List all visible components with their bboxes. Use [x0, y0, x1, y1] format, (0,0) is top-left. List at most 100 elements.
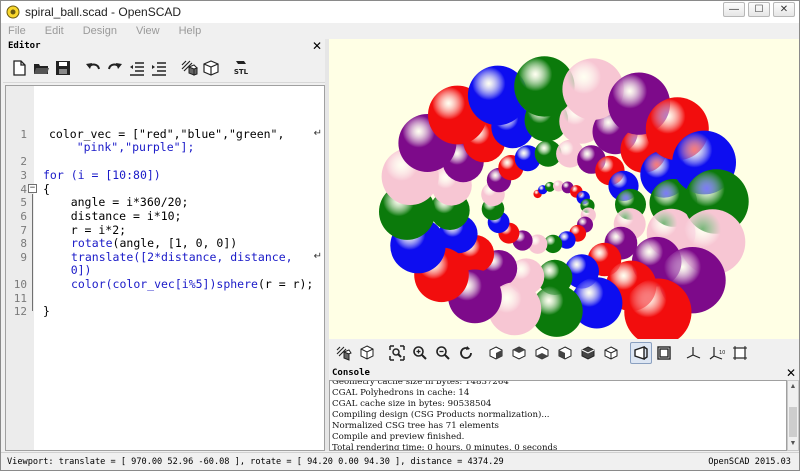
editor-toolbar: STL — [3, 53, 325, 83]
code-line-9-wrap: 0]) — [43, 264, 92, 277]
openscad-app-icon — [6, 5, 20, 19]
line-number: 1 — [20, 128, 27, 141]
fold-range-line — [32, 194, 33, 311]
code-text: "pink","purple"]; — [49, 140, 195, 154]
view-front-icon[interactable] — [577, 342, 599, 364]
code-line-1-wrap: "pink","purple"]; — [49, 140, 195, 154]
line-number: 8 — [20, 237, 27, 250]
console-scrollbar[interactable]: ▲ ▼ — [787, 380, 799, 451]
code-text: (r = r); — [257, 277, 314, 291]
code-text: ([2*distance, distance, — [133, 250, 293, 264]
line-number: 6 — [20, 210, 27, 223]
maximize-button[interactable]: ☐ — [748, 2, 770, 17]
line-number: 12 — [13, 305, 27, 318]
menu-design[interactable]: Design — [80, 25, 120, 37]
scroll-down-icon[interactable]: ▼ — [788, 438, 798, 450]
code-line-3: for (i = [10:80]) — [43, 169, 161, 182]
view-right-icon[interactable] — [485, 342, 507, 364]
open-file-icon[interactable] — [31, 57, 51, 79]
zoom-in-icon[interactable] — [409, 342, 431, 364]
view-all-icon[interactable] — [386, 342, 408, 364]
show-axes-icon[interactable] — [683, 342, 705, 364]
console-close-icon[interactable]: ✕ — [786, 366, 796, 380]
view-bottom-icon[interactable] — [531, 342, 553, 364]
view-back-icon[interactable] — [600, 342, 622, 364]
console-line: CGAL Polyhedrons in cache: 14 — [332, 388, 470, 398]
preview-icon[interactable] — [333, 342, 355, 364]
wrap-indicator-icon: ↵ — [313, 128, 322, 139]
save-file-icon[interactable] — [53, 57, 73, 79]
code-text: angle = i*360/20; — [43, 195, 189, 209]
close-button[interactable]: ✕ — [773, 2, 795, 17]
function-name: rotate — [71, 236, 113, 250]
indent-icon[interactable] — [149, 57, 169, 79]
line-number: 4 — [20, 183, 27, 196]
code-text: r = i*2; — [43, 223, 127, 237]
perspective-icon[interactable] — [630, 341, 652, 364]
console-line: Compile and preview finished. — [332, 432, 465, 442]
code-text: distance = i*10; — [43, 209, 182, 223]
menu-file[interactable]: File — [5, 25, 29, 37]
menu-edit[interactable]: Edit — [42, 25, 67, 37]
new-file-icon[interactable] — [9, 57, 29, 79]
menu-bar: File Edit Design View Help — [1, 23, 799, 39]
line-number: 2 — [20, 155, 27, 168]
line-number: 3 — [20, 169, 27, 182]
menu-view[interactable]: View — [133, 25, 163, 37]
svg-text:STL: STL — [234, 68, 249, 76]
3d-viewport[interactable] — [329, 39, 799, 339]
scroll-thumb[interactable] — [789, 407, 797, 437]
code-text: { — [43, 182, 50, 196]
window-title: spiral_ball.scad - OpenSCAD — [25, 5, 182, 19]
console-output[interactable]: Geometry cache size in bytes: 14837264 C… — [329, 380, 787, 451]
function-name: color — [71, 277, 106, 291]
render-icon[interactable] — [356, 342, 378, 364]
render-icon[interactable] — [201, 57, 221, 79]
console-panel: Console ✕ Geometry cache size in bytes: … — [329, 366, 799, 451]
editor-title: Editor — [8, 41, 41, 51]
code-text: (i = [10:80]) — [63, 168, 161, 182]
code-text: color_vec = ["red","blue","green", — [49, 127, 285, 141]
wrap-indicator-icon: ↵ — [313, 251, 322, 262]
orthogonal-icon[interactable] — [653, 342, 675, 364]
undo-icon[interactable] — [83, 57, 103, 79]
code-line-12: } — [43, 305, 50, 318]
scroll-up-icon[interactable]: ▲ — [788, 381, 798, 393]
line-number: 10 — [13, 278, 27, 291]
console-header: Console ✕ — [329, 366, 799, 380]
view-left-icon[interactable] — [554, 342, 576, 364]
console-title: Console — [332, 368, 370, 378]
show-edges-icon[interactable] — [729, 342, 751, 364]
code-line-10: color(color_vec[i%5])sphere(r = r); — [71, 278, 313, 291]
show-scale-icon[interactable]: 10 — [706, 342, 728, 364]
reset-view-icon[interactable] — [455, 342, 477, 364]
code-line-5: angle = i*360/20; — [43, 195, 189, 209]
editor-close-icon[interactable]: ✕ — [312, 40, 322, 52]
minimize-button[interactable]: — — [723, 2, 745, 17]
console-line: Total rendering time: 0 hours, 0 minutes… — [332, 443, 558, 451]
unindent-icon[interactable] — [127, 57, 147, 79]
line-number: 5 — [20, 196, 27, 209]
preview-icon[interactable] — [179, 57, 199, 79]
export-stl-icon[interactable]: STL — [231, 57, 251, 79]
fold-toggle-icon[interactable]: − — [28, 184, 37, 193]
redo-icon[interactable] — [105, 57, 125, 79]
code-editor[interactable]: 1 2 3 4 5 6 7 8 9 10 11 12 − color_vec =… — [5, 85, 325, 451]
line-number-gutter: 1 2 3 4 5 6 7 8 9 10 11 12 − — [6, 86, 37, 450]
code-text: (angle, [1, 0, 0]) — [112, 236, 238, 250]
window-controls: — ☐ ✕ — [723, 2, 795, 17]
menu-help[interactable]: Help — [176, 25, 205, 37]
console-line: Geometry cache size in bytes: 14837264 — [332, 380, 509, 387]
view-top-icon[interactable] — [508, 342, 530, 364]
spiral-sphere-render — [379, 56, 749, 339]
openscad-window: spiral_ball.scad - OpenSCAD — ☐ ✕ File E… — [0, 0, 800, 471]
function-name: translate — [71, 250, 134, 264]
zoom-out-icon[interactable] — [432, 342, 454, 364]
viewport-status: Viewport: translate = [ 970.00 52.96 -60… — [7, 456, 504, 467]
console-line: Normalized CSG tree has 71 elements — [332, 421, 499, 431]
status-bar: Viewport: translate = [ 970.00 52.96 -60… — [1, 452, 799, 470]
editor-panel: Editor ✕ STL 1 2 3 4 5 6 7 8 9 10 11 12 … — [3, 39, 325, 451]
svg-text:10: 10 — [719, 350, 725, 356]
console-line: CGAL cache size in bytes: 90538504 — [332, 399, 492, 409]
console-line: Compiling design (CSG Products normaliza… — [332, 410, 550, 420]
